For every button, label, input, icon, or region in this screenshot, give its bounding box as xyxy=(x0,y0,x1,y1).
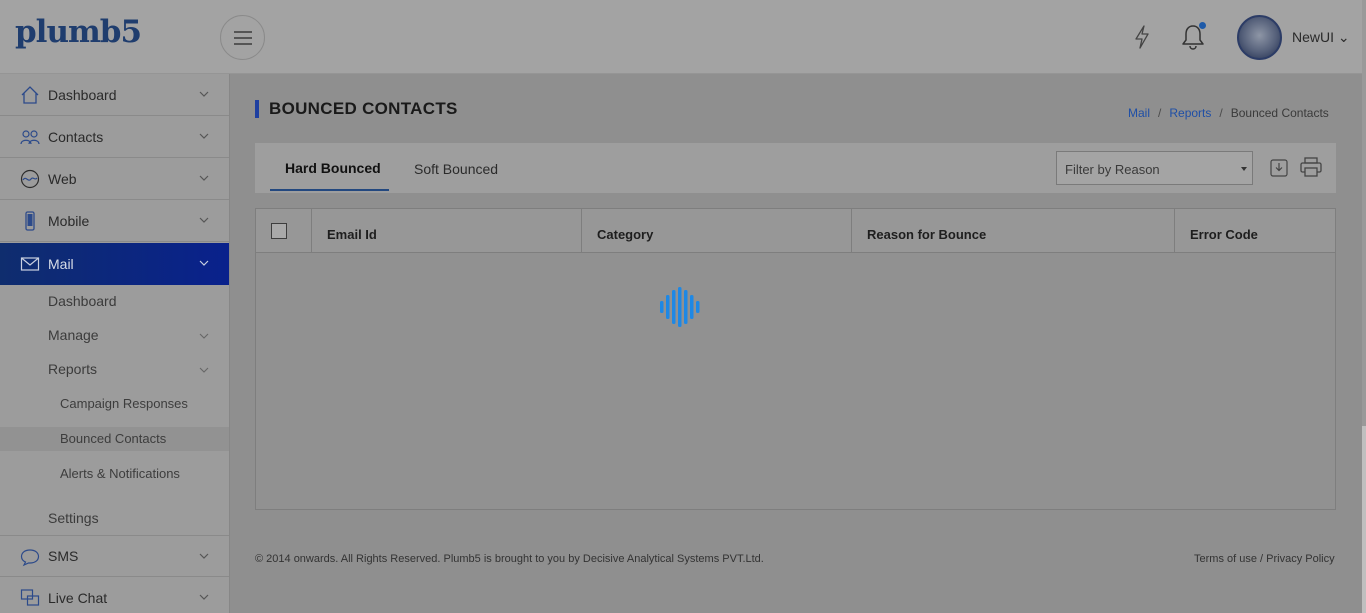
sub-item-label: Reports xyxy=(48,361,98,377)
loading-spinner-icon xyxy=(660,287,700,327)
scrollbar-thumb[interactable] xyxy=(1362,0,1366,426)
mail-sub-settings[interactable]: Settings xyxy=(0,506,229,530)
chevron-down-icon xyxy=(199,175,209,181)
select-all-checkbox[interactable] xyxy=(271,223,287,239)
breadcrumb-separator: / xyxy=(1219,106,1223,120)
filter-select-value: Filter by Reason xyxy=(1065,162,1160,177)
breadcrumb-reports[interactable]: Reports xyxy=(1169,106,1211,120)
column-header-label: Category xyxy=(597,227,654,242)
sidebar-item-dashboard[interactable]: Dashboard xyxy=(0,74,229,116)
notification-dot xyxy=(1199,22,1206,29)
column-header-label: Email Id xyxy=(327,227,377,242)
sidebar-item-sms[interactable]: SMS xyxy=(0,535,229,577)
chevron-down-icon xyxy=(199,133,209,139)
sidebar-item-label: Contacts xyxy=(48,128,104,145)
tab-hard-bounced[interactable]: Hard Bounced xyxy=(285,160,381,176)
mobile-icon xyxy=(25,211,35,231)
breadcrumb-mail[interactable]: Mail xyxy=(1128,106,1150,120)
chevron-down-icon xyxy=(199,91,209,97)
chevron-down-icon xyxy=(199,217,209,223)
tab-bar: Hard Bounced Soft Bounced Filter by Reas… xyxy=(255,143,1336,193)
terms-of-use-link[interactable]: Terms of use xyxy=(1194,553,1257,565)
sidebar-item-label: SMS xyxy=(48,548,79,564)
breadcrumb: Mail / Reports / Bounced Contacts xyxy=(1128,106,1329,120)
sidebar-item-label: Live Chat xyxy=(48,589,108,606)
contacts-icon xyxy=(20,130,40,145)
top-header: plumb5 NewUI ⌄ xyxy=(0,0,1362,74)
sidebar-item-label: Mail xyxy=(48,256,74,272)
breadcrumb-current: Bounced Contacts xyxy=(1230,106,1329,120)
sidebar-item-mobile[interactable]: Mobile xyxy=(0,200,229,242)
reports-sub-bounced-contacts[interactable]: Bounced Contacts xyxy=(0,427,229,451)
chevron-down-icon xyxy=(199,333,209,339)
select-all-column xyxy=(256,209,312,253)
column-error-code[interactable]: Error Code xyxy=(1175,209,1335,253)
page-scrollbar[interactable] xyxy=(1362,0,1366,613)
mail-sub-manage[interactable]: Manage xyxy=(0,323,229,347)
chevron-down-icon xyxy=(199,367,209,373)
breadcrumb-separator: / xyxy=(1158,106,1162,120)
reports-sub-campaign-responses[interactable]: Campaign Responses xyxy=(0,392,229,416)
filter-by-reason-select[interactable]: Filter by Reason xyxy=(1056,151,1253,185)
tab-soft-bounced[interactable]: Soft Bounced xyxy=(414,161,498,177)
avatar[interactable] xyxy=(1237,15,1282,60)
mail-sub-dashboard[interactable]: Dashboard xyxy=(0,289,229,313)
download-icon[interactable] xyxy=(1270,159,1288,177)
chevron-down-icon xyxy=(199,553,209,559)
table-header: Email Id Category Reason for Bounce Erro… xyxy=(256,209,1335,253)
footer-copyright: © 2014 onwards. All Rights Reserved. Plu… xyxy=(255,553,764,565)
chevron-down-icon xyxy=(199,260,209,266)
sidebar-item-mail[interactable]: Mail xyxy=(0,243,229,285)
title-accent-bar xyxy=(255,100,259,118)
privacy-policy-link[interactable]: Privacy Policy xyxy=(1266,553,1334,565)
column-header-label: Error Code xyxy=(1190,227,1258,242)
column-email-id[interactable]: Email Id xyxy=(312,209,582,253)
column-reason-for-bounce[interactable]: Reason for Bounce xyxy=(852,209,1175,253)
footer-divider: / xyxy=(1260,553,1264,565)
chevron-down-icon xyxy=(199,594,209,600)
menu-toggle-button[interactable] xyxy=(220,15,265,60)
plumb5-logo[interactable]: plumb5 xyxy=(15,14,142,50)
caret-down-icon xyxy=(1241,167,1247,171)
print-icon[interactable] xyxy=(1300,157,1322,177)
sub-item-label: Settings xyxy=(48,510,99,526)
user-menu[interactable]: NewUI ⌄ xyxy=(1292,29,1350,46)
sub-item-label: Manage xyxy=(48,327,99,343)
active-tab-indicator xyxy=(270,189,389,191)
reports-sub-alerts-notifications[interactable]: Alerts & Notifications xyxy=(0,462,229,486)
sidebar-item-web[interactable]: Web xyxy=(0,158,229,200)
column-category[interactable]: Category xyxy=(582,209,852,253)
sidebar-item-label: Mobile xyxy=(48,212,90,229)
sidebar-item-live-chat[interactable]: Live Chat xyxy=(0,577,229,613)
page-title: BOUNCED CONTACTS xyxy=(269,99,458,118)
mail-sub-reports[interactable]: Reports xyxy=(0,357,229,381)
column-header-label: Reason for Bounce xyxy=(867,227,987,242)
hamburger-icon xyxy=(233,30,252,45)
footer-links: Terms of use / Privacy Policy xyxy=(1194,553,1335,565)
sub-item-label: Campaign Responses xyxy=(60,396,188,411)
sidebar: Dashboard Contacts Web Mobile Mail Dashb… xyxy=(0,74,230,613)
sub-item-label: Alerts & Notifications xyxy=(60,466,180,481)
bolt-icon[interactable] xyxy=(1133,25,1151,49)
chat-icon xyxy=(20,589,40,606)
bounced-contacts-table: Email Id Category Reason for Bounce Erro… xyxy=(255,208,1336,510)
sidebar-item-contacts[interactable]: Contacts xyxy=(0,116,229,158)
mail-icon xyxy=(20,257,40,271)
sms-icon xyxy=(20,549,40,567)
sub-item-label: Bounced Contacts xyxy=(60,431,167,446)
sidebar-item-label: Web xyxy=(48,170,77,187)
web-icon xyxy=(20,169,40,189)
home-icon xyxy=(21,86,39,104)
sidebar-item-label: Dashboard xyxy=(48,86,117,103)
sub-item-label: Dashboard xyxy=(48,293,117,309)
